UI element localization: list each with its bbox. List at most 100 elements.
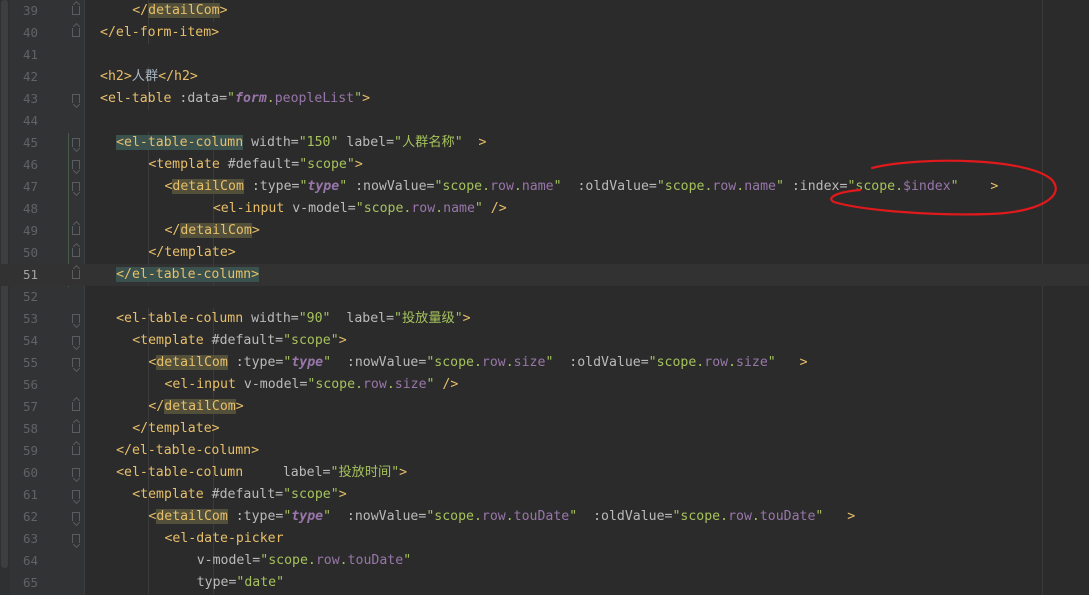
code-text[interactable]: <h2>人群</h2> [100,68,198,86]
code-line[interactable]: 53 <el-table-column width="90" label="投放量… [0,308,1089,330]
code-token: size [736,355,768,370]
code-line[interactable]: 41 [0,44,1089,66]
fold-end-icon[interactable] [72,248,80,257]
fold-start-icon[interactable] [72,490,80,499]
line-number: 59 [22,443,38,458]
code-line[interactable]: 63 <el-date-picker [0,528,1089,550]
code-line[interactable]: 65 type="date" [0,572,1089,594]
fold-end-icon[interactable] [72,446,80,455]
code-line[interactable]: 39 </detailCom> [0,0,1089,22]
code-token: "scope. [847,179,904,194]
code-line[interactable]: 52 [0,286,1089,308]
code-token: type [291,355,324,370]
code-line[interactable]: 51 </el-table-column> [0,264,1089,286]
code-line[interactable]: 50 </template> [0,242,1089,264]
code-line[interactable]: 56 <el-input v-model="scope.row.size" /> [0,374,1089,396]
fold-start-icon[interactable] [72,534,80,543]
fold-start-icon[interactable] [72,138,80,147]
fold-end-icon[interactable] [72,424,80,433]
code-token: detailCom [172,179,244,194]
code-text[interactable]: </el-table-column> [116,442,259,460]
code-text[interactable]: </el-table-column> [116,266,260,284]
code-token: size [394,377,427,392]
code-text[interactable]: <template #default="scope"> [148,156,362,174]
code-token: " [950,179,959,194]
code-token: peopleList [274,91,355,106]
code-line[interactable]: 59 </el-table-column> [0,440,1089,462]
fold-end-icon[interactable] [72,402,80,411]
code-text[interactable]: <detailCom :type="type" :nowValue="scope… [148,354,808,372]
fold-end-icon[interactable] [72,226,80,235]
code-token: " [227,91,235,106]
code-text[interactable]: </el-form-item> [100,24,219,42]
code-line[interactable]: 55 <detailCom :type="type" :nowValue="sco… [0,352,1089,374]
fold-start-icon[interactable] [72,336,80,345]
code-line[interactable]: 60 <el-table-column label="投放时间"> [0,462,1089,484]
fold-end-icon[interactable] [72,270,80,279]
code-line[interactable]: 58 </template> [0,418,1089,440]
code-text[interactable]: <el-input v-model="scope.row.size" /> [164,376,458,394]
code-line[interactable]: 40 </el-form-item> [0,22,1089,44]
code-token: "投放时间" [330,465,400,480]
code-token: row [728,509,752,524]
code-line[interactable]: 54 <template #default="scope"> [0,330,1089,352]
code-text[interactable]: <el-table-column width="90" label="投放量级"… [116,310,471,328]
code-text[interactable]: type="date" [197,574,284,592]
code-text[interactable]: <el-date-picker [164,530,283,548]
code-line[interactable]: 64 v-model="scope.row.touDate" [0,550,1089,572]
code-text[interactable]: <detailCom :type="type" :nowValue="scope… [164,178,998,196]
indent-guide [148,528,150,550]
code-text[interactable]: v-model="scope.row.touDate" [197,552,411,570]
code-line[interactable]: 48 <el-input v-model="scope.row.name" /> [0,198,1089,220]
code-text[interactable]: <detailCom :type="type" :nowValue="scope… [148,508,855,526]
code-line[interactable]: 57 </detailCom> [0,396,1089,418]
code-token: "scope" [283,487,339,502]
code-text[interactable]: <el-table-column label="投放时间"> [116,464,407,482]
line-number: 52 [22,289,38,304]
code-text[interactable]: </detailCom> [132,2,228,20]
code-line[interactable]: 46 <template #default="scope"> [0,154,1089,176]
code-token: #default= [211,487,284,502]
code-line[interactable]: 45 <el-table-column width="150" label="人群… [0,132,1089,154]
code-token: $index [903,179,951,194]
code-text[interactable]: <template #default="scope"> [132,332,346,350]
fold-start-icon[interactable] [72,314,80,323]
code-line[interactable]: 62 <detailCom :type="type" :nowValue="sco… [0,506,1089,528]
code-text[interactable]: </detailCom> [148,398,244,416]
code-line[interactable]: 61 <template #default="scope"> [0,484,1089,506]
fold-start-icon[interactable] [72,512,80,521]
code-text[interactable]: <el-table :data="form.peopleList"> [100,90,370,108]
code-line[interactable]: 42 <h2>人群</h2> [0,66,1089,88]
fold-end-icon[interactable] [72,6,80,15]
line-number: 47 [22,179,38,194]
code-token: width= [251,311,299,326]
code-token: name [443,201,475,216]
code-line[interactable]: 43 <el-table :data="form.peopleList"> [0,88,1089,110]
fold-start-icon[interactable] [72,468,80,477]
code-text[interactable]: </template> [132,420,219,438]
code-editor[interactable]: 39 </detailCom> 40 </el-form-item> 41 42 <h2>人… [0,0,1089,595]
code-line[interactable]: 44 [0,110,1089,132]
fold-start-icon[interactable] [72,94,80,103]
code-text[interactable]: </template> [148,244,235,262]
line-number: 39 [22,3,38,18]
code-token: <template [132,487,212,502]
fold-end-icon[interactable] [72,28,80,37]
code-token: > [362,91,371,106]
code-line[interactable]: 49 </detailCom> [0,220,1089,242]
code-token: "150" [298,135,339,150]
code-text[interactable]: <el-input v-model="scope.row.name" /> [213,200,507,218]
code-token: :data= [179,91,228,106]
code-text[interactable]: <el-table-column width="150" label="人群名称… [116,134,486,152]
code-text[interactable]: <template #default="scope"> [132,486,346,504]
code-text[interactable]: </detailCom> [164,222,260,240]
fold-start-icon[interactable] [72,160,80,169]
code-token: v-model= [243,377,308,392]
code-token: #default= [211,333,284,348]
code-line[interactable]: 47 <detailCom :type="type" :nowValue="sco… [0,176,1089,198]
code-token: <el-table-column [116,311,252,326]
code-token: v-model= [196,553,261,568]
line-number: 41 [22,47,38,62]
fold-start-icon[interactable] [72,182,80,191]
fold-start-icon[interactable] [72,358,80,367]
